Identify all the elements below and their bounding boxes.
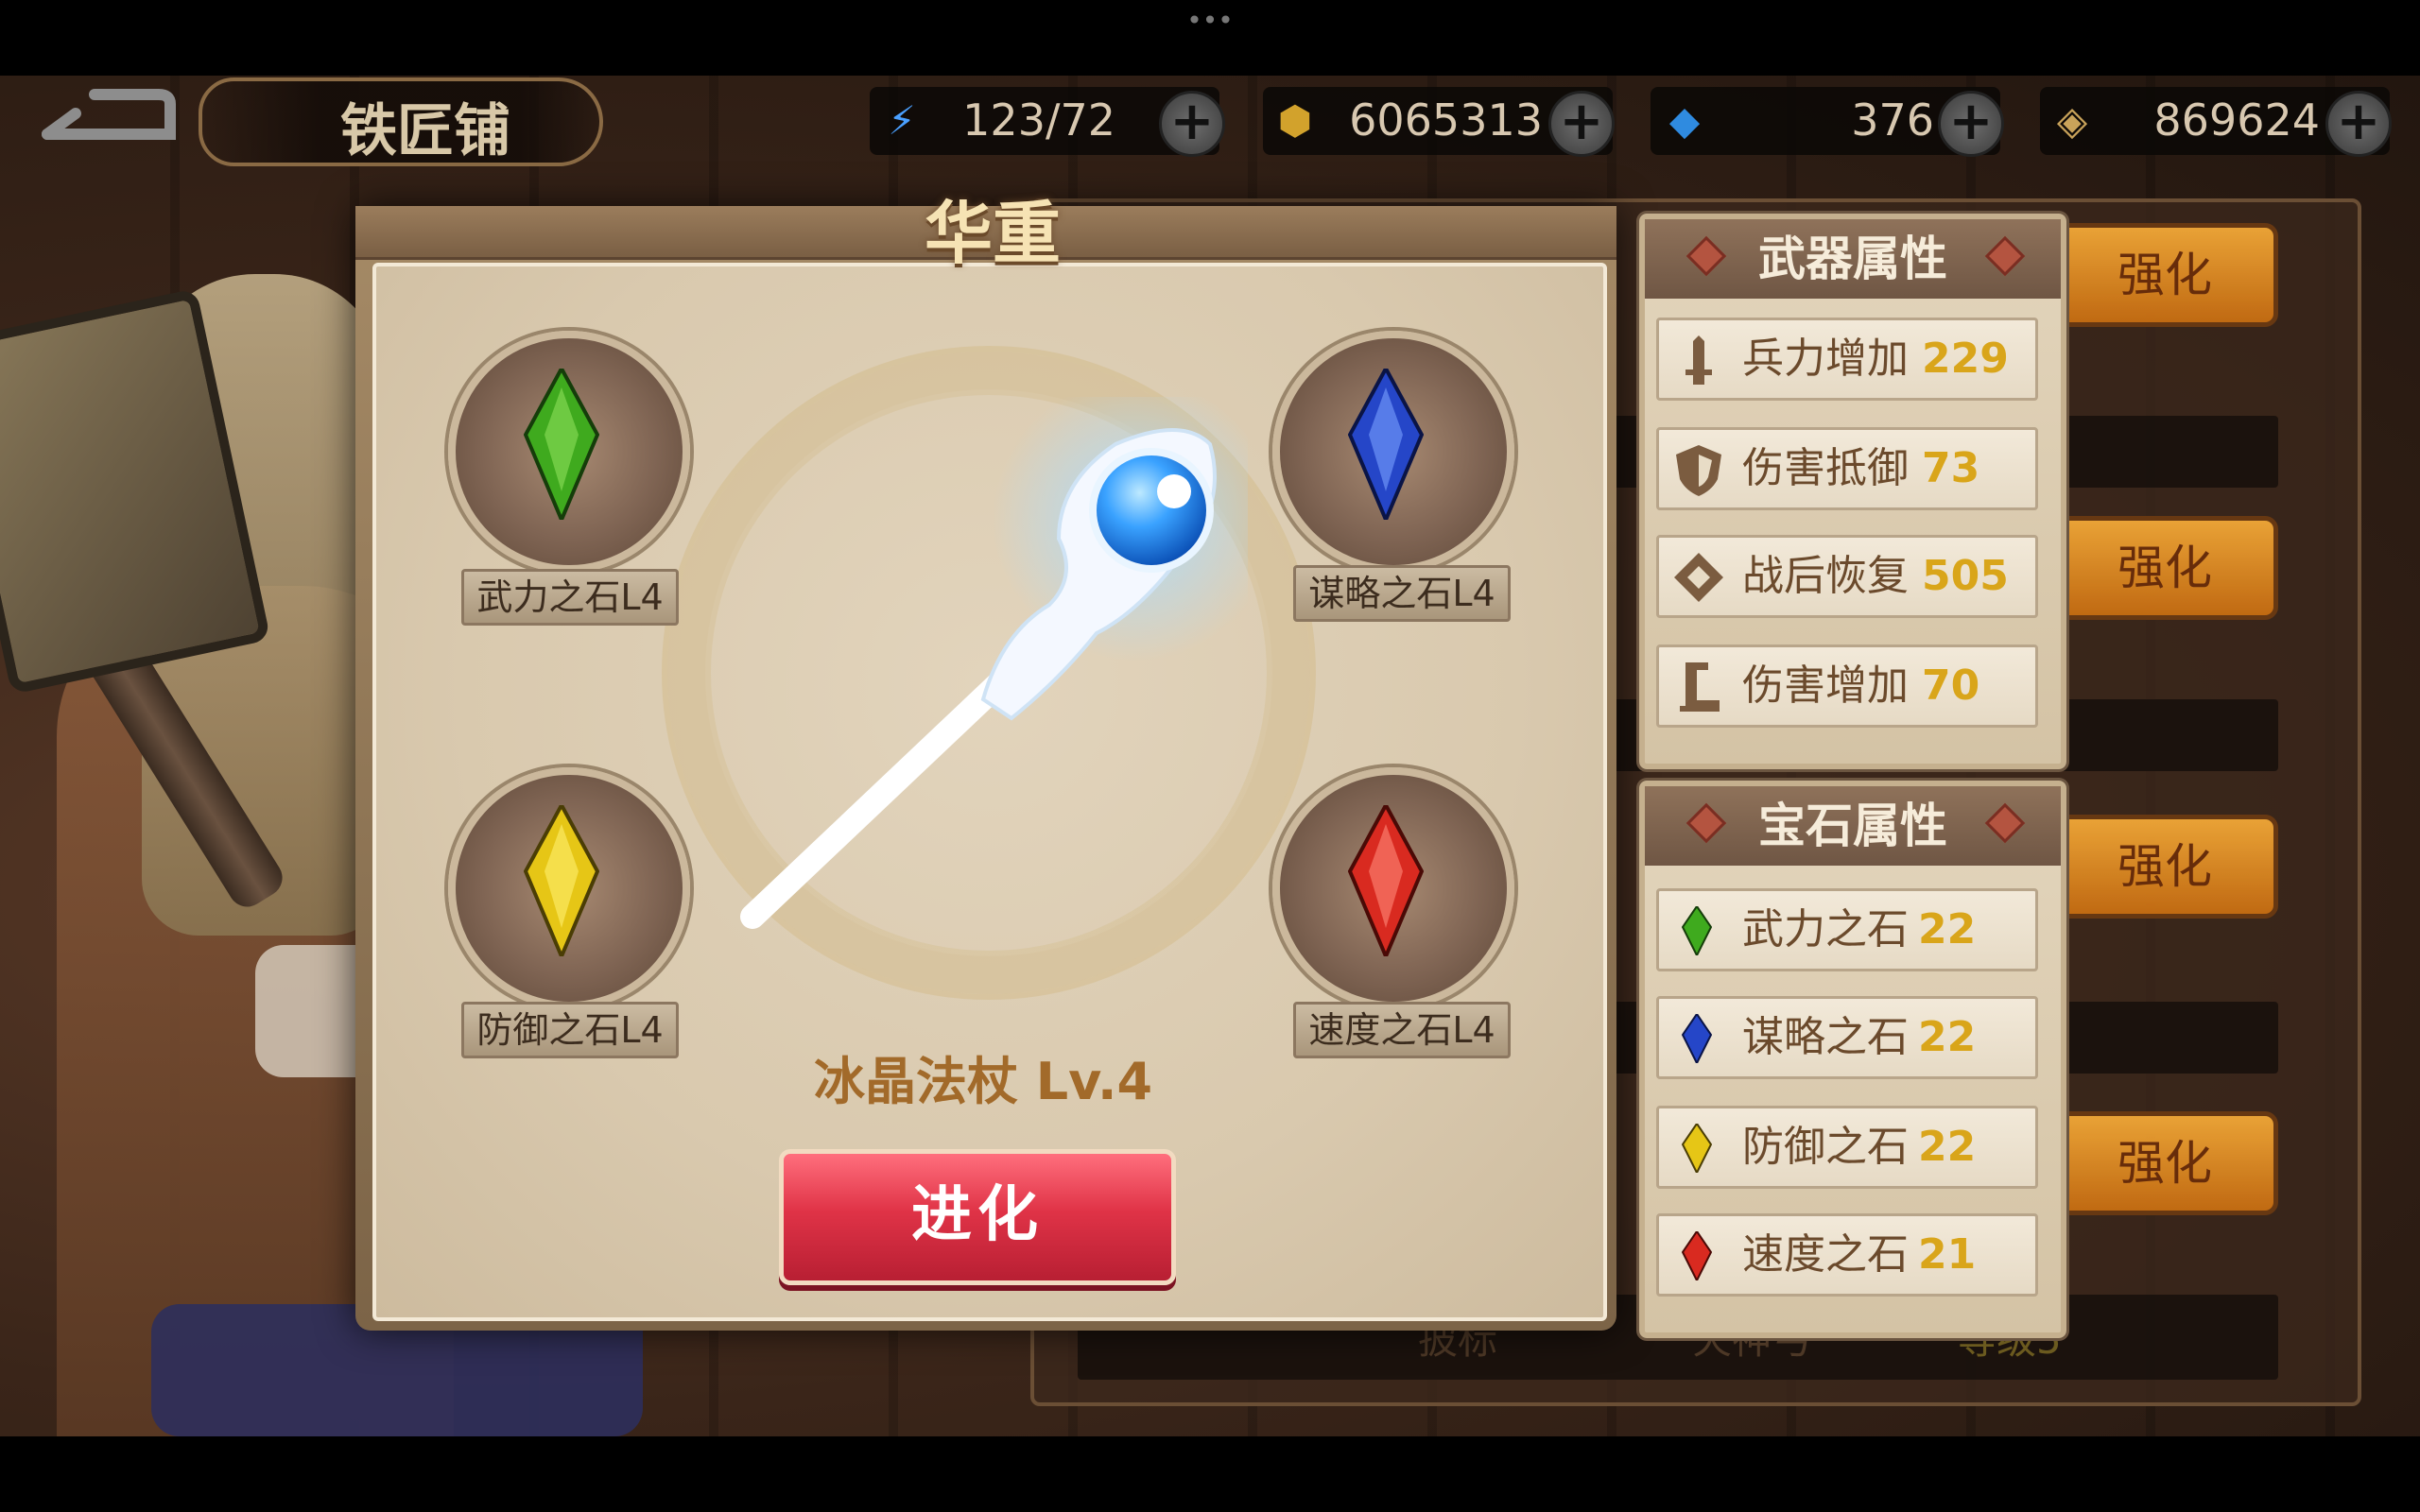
shield-icon [1676, 445, 1721, 496]
scroll-value: 869624 [2153, 94, 2320, 146]
gem-row-strength: 武力之石 22 [1656, 888, 2038, 971]
strategy-stone-label: 谋略之石L4 [1293, 565, 1511, 622]
strengthen-button[interactable]: 强化 [2051, 516, 2278, 620]
evolve-button[interactable]: 进化 [779, 1149, 1176, 1285]
yellow-gem-icon [1682, 1124, 1712, 1173]
energy-value: 123/72 [962, 94, 1115, 146]
attr-value: 229 [1922, 335, 2009, 383]
attr-value: 70 [1922, 662, 1980, 710]
weapon-name: 冰晶法杖 Lv.4 [813, 1052, 1153, 1111]
gem-row-strategy: 谋略之石 22 [1656, 996, 2038, 1079]
red-gem-icon [1348, 805, 1424, 956]
attr-label: 伤害增加 [1742, 662, 1909, 710]
gem-label: 武力之石 [1742, 905, 1909, 954]
red-gem-icon [1682, 1231, 1712, 1280]
blue-gem-icon [1348, 369, 1424, 520]
heal-icon [1674, 553, 1723, 602]
gem-label: 谋略之石 [1742, 1013, 1909, 1061]
gem-row-defense: 防御之石 22 [1656, 1106, 2038, 1189]
speed-stone-label: 速度之石L4 [1293, 1002, 1511, 1058]
gem-value: 22 [1918, 1013, 1977, 1061]
add-gold-button[interactable]: + [1548, 91, 1615, 157]
ice-staff-image [740, 397, 1248, 929]
strengthen-button[interactable]: 强化 [2051, 1111, 2278, 1215]
system-bottom-bar [0, 1436, 2420, 1512]
green-gem-icon [1682, 906, 1712, 955]
strengthen-button[interactable]: 强化 [2051, 815, 2278, 919]
page-title: 铁匠铺 [340, 98, 510, 164]
gem-row-speed: 速度之石 21 [1656, 1213, 2038, 1297]
more-dots-icon[interactable]: ••• [1182, 8, 1238, 34]
defense-stone-label: 防御之石L4 [461, 1002, 679, 1058]
yellow-gem-icon [524, 805, 599, 956]
gem-label: 速度之石 [1742, 1230, 1909, 1279]
attr-row-troops: 兵力增加 229 [1656, 318, 2038, 401]
strength-stone-label: 武力之石L4 [461, 569, 679, 626]
gold-coin-icon: ⬢ [1277, 97, 1313, 144]
attr-label: 伤害抵御 [1742, 444, 1909, 492]
add-energy-button[interactable]: + [1159, 91, 1225, 157]
green-gem-icon [524, 369, 599, 520]
attr-row-recovery: 战后恢复 505 [1656, 535, 2038, 618]
attr-value: 505 [1922, 552, 2009, 600]
back-arrow-icon [42, 89, 176, 140]
strengthen-button[interactable]: 强化 [2051, 223, 2278, 327]
scroll-coin-icon: ◈ [2056, 97, 2088, 144]
blue-crystal-icon: ◆ [1668, 97, 1701, 144]
boot-icon [1680, 662, 1720, 712]
gold-value: 6065313 [1349, 94, 1543, 146]
gem-value: 21 [1918, 1230, 1977, 1279]
attr-label: 战后恢复 [1742, 552, 1909, 600]
gem-label: 防御之石 [1742, 1123, 1909, 1171]
attr-row-damage-increase: 伤害增加 70 [1656, 644, 2038, 728]
add-crystal-button[interactable]: + [1938, 91, 2004, 157]
blue-gem-icon [1682, 1014, 1712, 1063]
attr-value: 73 [1922, 444, 1980, 492]
attr-row-damage-resist: 伤害抵御 73 [1656, 427, 2038, 510]
attr-label: 兵力增加 [1742, 335, 1909, 383]
sword-icon [1685, 335, 1712, 385]
crystal-value: 376 [1851, 94, 1934, 146]
add-scroll-button[interactable]: + [2325, 91, 2392, 157]
gem-value: 22 [1918, 905, 1977, 954]
back-button[interactable] [38, 85, 180, 151]
gem-value: 22 [1918, 1123, 1977, 1171]
energy-icon: ⚡ [888, 97, 916, 144]
hero-name: 华重 [924, 194, 1061, 273]
